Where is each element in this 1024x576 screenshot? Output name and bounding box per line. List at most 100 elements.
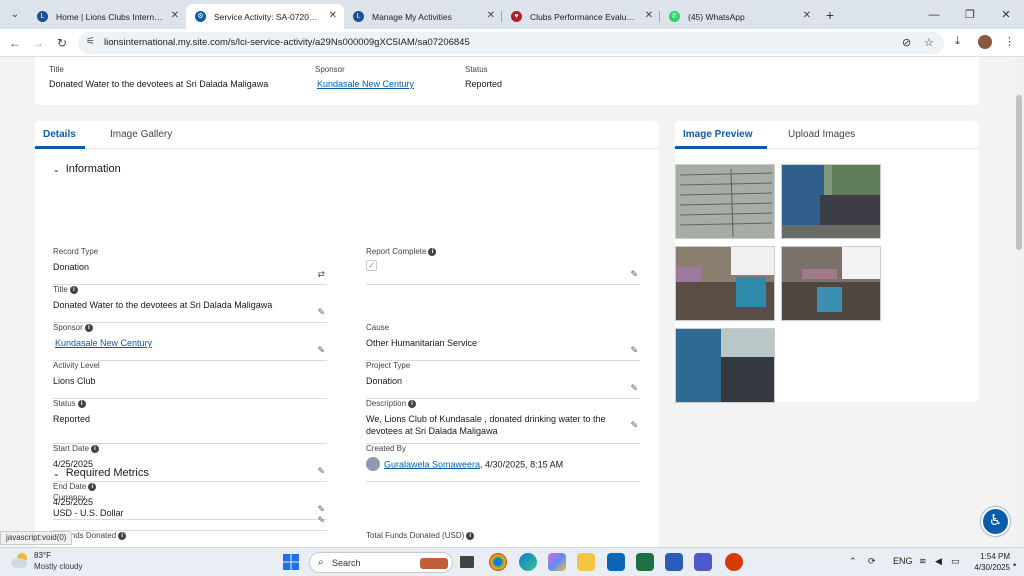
edit-pencil-icon[interactable]: ✎ [630, 383, 638, 394]
wifi-icon[interactable]: ≋ [919, 556, 927, 567]
preview-image-queue[interactable] [675, 328, 775, 403]
created-by-user-link[interactable]: Guralawela Somaweera [384, 459, 480, 469]
new-tab-button[interactable]: + [818, 4, 842, 26]
browser-tab-performance-eval[interactable]: ♥ Clubs Performance Evaluation S ✕ [502, 4, 660, 29]
edit-pencil-icon[interactable]: ✎ [630, 420, 638, 431]
site-settings-icon: ⚙ [195, 11, 206, 22]
close-tab-icon[interactable]: ✕ [171, 10, 179, 21]
task-view-icon[interactable] [460, 556, 474, 568]
tray-chevron-up-icon[interactable]: ⌃ [849, 556, 857, 567]
close-tab-icon[interactable]: ✕ [645, 10, 653, 21]
edit-pencil-icon[interactable]: ✎ [630, 345, 638, 356]
field-label: End Date [53, 482, 87, 491]
outlook-icon[interactable] [607, 553, 625, 571]
download-icon[interactable]: ⤓ [955, 35, 960, 48]
teams-icon[interactable] [694, 553, 712, 571]
clock-date: 4/30/2025 [974, 563, 1010, 572]
taskbar-search-box[interactable]: ⌕ Search [309, 552, 453, 573]
copilot-icon[interactable] [548, 553, 566, 571]
edit-pencil-icon[interactable]: ✎ [317, 345, 325, 356]
close-window-icon[interactable]: ✕ [988, 0, 1024, 29]
info-icon[interactable]: i [118, 531, 127, 540]
field-value: Donated Water to the devotees at Sri Dal… [53, 300, 273, 310]
language-indicator[interactable]: ENG [893, 556, 913, 566]
close-tab-icon[interactable]: ✕ [803, 10, 811, 21]
preview-image-banner-2[interactable] [781, 246, 881, 321]
tab-title: Home | Lions Clubs International [56, 11, 164, 22]
field-value: USD - U.S. Dollar [53, 508, 124, 518]
profile-avatar[interactable] [978, 35, 992, 49]
forward-arrow-icon[interactable]: → [29, 34, 47, 52]
back-arrow-icon[interactable]: ← [6, 34, 24, 52]
browser-tab-whatsapp[interactable]: ✆ (45) WhatsApp ✕ [660, 4, 818, 29]
reload-icon[interactable]: ↻ [53, 34, 71, 52]
close-tab-icon[interactable]: ✕ [487, 10, 495, 21]
edit-pencil-icon[interactable]: ✎ [317, 466, 325, 477]
section-information-header[interactable]: ⌄ Information [53, 163, 121, 175]
wps-office-icon[interactable] [725, 553, 743, 571]
tracking-blocked-icon[interactable]: ⊘ [902, 36, 911, 49]
tab-image-preview[interactable]: Image Preview [683, 129, 752, 140]
tab-upload-images[interactable]: Upload Images [788, 129, 855, 140]
info-icon[interactable]: i [91, 444, 100, 453]
info-icon[interactable]: i [88, 482, 97, 491]
info-icon[interactable]: i [84, 323, 93, 332]
tray-sync-icon[interactable]: ⟳ [868, 556, 876, 567]
page-scrollbar[interactable] [1014, 57, 1024, 547]
preview-image-banner-1[interactable] [675, 246, 775, 321]
file-explorer-icon[interactable] [577, 553, 595, 571]
tab-image-gallery[interactable]: Image Gallery [110, 129, 172, 140]
change-record-type-icon[interactable]: ⇄ [317, 269, 325, 280]
url-omnibox[interactable]: ⚟ lionsinternational.my.site.com/s/lci-s… [78, 32, 944, 54]
weather-widget[interactable]: 83°F Mostly cloudy [10, 551, 82, 571]
tab-details[interactable]: Details [43, 129, 76, 140]
windows-start-icon[interactable] [282, 553, 300, 571]
site-info-icon[interactable]: ⚟ [86, 36, 95, 47]
chrome-icon[interactable] [489, 553, 507, 571]
edit-pencil-icon[interactable]: ✎ [317, 307, 325, 318]
scrollbar-thumb[interactable] [1016, 95, 1022, 250]
info-icon[interactable]: i [428, 247, 437, 256]
tab-title: (45) WhatsApp [688, 11, 745, 22]
info-icon[interactable]: i [77, 399, 86, 408]
field-label: Title [53, 285, 68, 294]
system-clock[interactable]: 1:54 PM 4/30/2025 [960, 551, 1010, 573]
chevron-down-icon: ⌄ [53, 469, 60, 478]
preview-image-ledger[interactable] [675, 164, 775, 239]
cloudy-weather-icon [11, 553, 27, 568]
word-icon[interactable] [665, 553, 683, 571]
highlight-sponsor-link[interactable]: Kundasale New Century [317, 79, 414, 89]
field-project-type: Project Type Donation ✎ [366, 361, 640, 399]
minimize-icon[interactable]: — [916, 0, 952, 29]
chrome-menu-icon[interactable]: ⋮ [1004, 35, 1015, 48]
volume-icon[interactable]: ◀ [935, 556, 942, 567]
restore-icon[interactable]: ❐ [952, 0, 988, 29]
notification-bell-icon[interactable]: • [1013, 560, 1016, 570]
highlight-status-value: Reported [465, 79, 503, 89]
preview-image-crowd[interactable] [781, 164, 881, 239]
edit-pencil-icon[interactable]: ✎ [630, 269, 638, 280]
close-tab-icon[interactable]: ✕ [329, 10, 337, 21]
field-created-by: Created By Guralawela Somaweera, 4/30/20… [366, 444, 640, 482]
report-complete-checkbox[interactable]: ✓ [366, 260, 377, 271]
highlight-title-label: Title [49, 65, 64, 74]
browser-tab-manage-activities[interactable]: L Manage My Activities ✕ [344, 4, 502, 29]
created-date: , 4/30/2025, 8:15 AM [480, 459, 564, 470]
tab-search-chevron-icon[interactable]: ⌄ [4, 3, 26, 25]
browser-tab-service-activity[interactable]: ⚙ Service Activity: SA-07206845 ✕ [186, 4, 344, 29]
info-icon[interactable]: i [408, 399, 417, 408]
bookmark-star-icon[interactable]: ☆ [924, 36, 934, 49]
url-text[interactable]: lionsinternational.my.site.com/s/lci-ser… [104, 37, 470, 48]
battery-icon[interactable]: ▭ [951, 556, 960, 567]
accessibility-icon[interactable]: ♿ [981, 507, 1010, 536]
search-icon: ⌕ [318, 557, 324, 568]
info-icon[interactable]: i [466, 531, 475, 540]
browser-tab-lions-home[interactable]: L Home | Lions Clubs International ✕ [28, 4, 186, 29]
section-required-metrics-header[interactable]: ⌄ Required Metrics [53, 467, 149, 479]
info-icon[interactable]: i [69, 285, 78, 294]
edit-pencil-icon[interactable]: ✎ [317, 515, 325, 526]
search-highlight-icon [420, 558, 448, 569]
edge-icon[interactable] [519, 553, 537, 571]
excel-icon[interactable] [636, 553, 654, 571]
sponsor-link[interactable]: Kundasale New Century [55, 337, 305, 349]
